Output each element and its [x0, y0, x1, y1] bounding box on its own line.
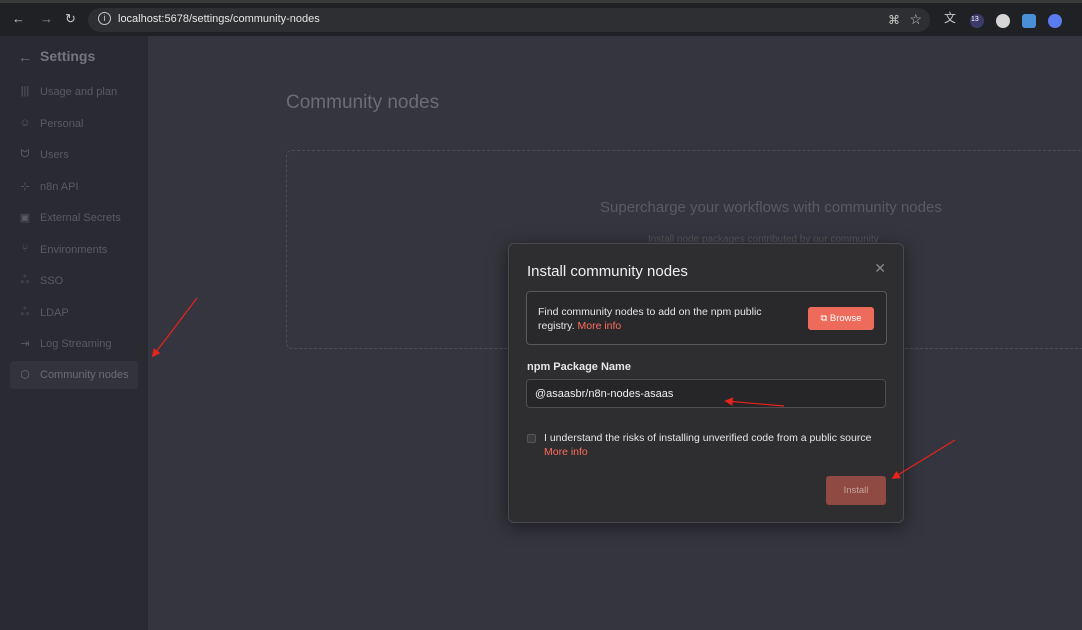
risk-acknowledge-label: I understand the risks of installing unv…: [544, 431, 889, 459]
extension-palette-icon[interactable]: [996, 14, 1010, 28]
plug-icon: ⊹: [20, 181, 30, 193]
sidebar-item-personal[interactable]: ☺ Personal: [10, 110, 138, 138]
install-community-nodes-dialog: Install community nodes ✕ Find community…: [508, 243, 904, 523]
bookmark-star-icon[interactable]: ☆: [909, 11, 922, 28]
sidebar-item-users[interactable]: ᗢ Users: [10, 141, 138, 169]
url-text: localhost:5678/settings/community-nodes: [118, 13, 320, 25]
sidebar-item-label: LDAP: [40, 307, 69, 319]
browse-button-label: Browse: [829, 313, 862, 324]
sidebar-item-community-nodes[interactable]: ⬡ Community nodes: [10, 361, 138, 389]
sidebar-item-label: Environments: [40, 244, 108, 256]
sidebar-item-sso[interactable]: ஃ SSO: [10, 267, 138, 295]
sidebar-item-label: Community nodes: [40, 369, 129, 381]
package-name-input[interactable]: [526, 379, 886, 408]
extension-settings-icon[interactable]: [1048, 14, 1062, 28]
reload-icon[interactable]: ↻: [65, 12, 76, 26]
npm-info-message: Find community nodes to add on the npm p…: [538, 306, 762, 332]
sidebar-item-label: SSO: [40, 275, 64, 287]
vault-icon: ▣: [19, 212, 31, 224]
extension-badge-count: 13: [971, 16, 979, 23]
dialog-title: Install community nodes: [527, 263, 688, 280]
cube-icon: ⬡: [20, 369, 30, 381]
extension-badge-icon[interactable]: 13: [970, 14, 984, 28]
forward-arrow-icon[interactable]: →: [40, 12, 53, 26]
settings-sidebar: ← Settings ||| Usage and plan ☺ Personal…: [0, 36, 148, 630]
npm-info-text: Find community nodes to add on the npm p…: [538, 305, 798, 333]
address-bar[interactable]: i localhost:5678/settings/community-node…: [88, 8, 930, 32]
site-info-icon[interactable]: i: [98, 12, 111, 25]
sidebar-item-label: n8n API: [40, 181, 79, 193]
browser-toolbar: ← → ↻ i localhost:5678/settings/communit…: [0, 0, 1082, 36]
sidebar-item-label: Usage and plan: [40, 86, 118, 98]
sidebar-item-label: Log Streaming: [40, 338, 112, 350]
users-icon: ஃ: [20, 274, 30, 286]
sidebar-item-environments[interactable]: ⑂ Environments: [10, 236, 138, 264]
sidebar-title: Settings: [40, 48, 96, 64]
risk-acknowledge-text: I understand the risks of installing unv…: [544, 432, 872, 444]
npm-info-box: Find community nodes to add on the npm p…: [526, 291, 887, 345]
extension-translate-icon[interactable]: 文: [944, 11, 956, 25]
package-name-label: npm Package Name: [527, 361, 631, 373]
close-icon[interactable]: ✕: [874, 260, 886, 277]
user-circle-icon: ☺: [19, 117, 31, 129]
more-info-link[interactable]: More info: [577, 320, 621, 332]
page-title: Community nodes: [286, 92, 440, 113]
back-arrow-icon[interactable]: ←: [18, 49, 32, 65]
network-icon: ஃ: [20, 306, 30, 318]
sidebar-item-log-streaming[interactable]: ⇥ Log Streaming: [10, 330, 138, 358]
sidebar-item-label: Users: [40, 149, 69, 161]
sidebar-item-ldap[interactable]: ஃ LDAP: [10, 299, 138, 327]
user-icon: ᗢ: [20, 148, 30, 160]
sign-in-icon: ⇥: [20, 338, 30, 350]
branch-icon: ⑂: [21, 243, 29, 255]
translate-icon[interactable]: ⌘: [888, 13, 900, 27]
external-link-icon: ⧉: [820, 313, 828, 324]
extension-window-icon[interactable]: [1022, 14, 1036, 28]
sidebar-item-usage-and-plan[interactable]: ||| Usage and plan: [10, 78, 138, 106]
install-button[interactable]: Install: [826, 476, 886, 505]
browse-button[interactable]: ⧉ Browse: [808, 307, 874, 330]
risk-acknowledge-checkbox[interactable]: [527, 434, 536, 443]
sidebar-item-external-secrets[interactable]: ▣ External Secrets: [10, 204, 138, 232]
sidebar-item-label: External Secrets: [40, 212, 121, 224]
sidebar-item-label: Personal: [40, 118, 84, 130]
risk-more-info-link[interactable]: More info: [544, 445, 889, 459]
empty-state-title: Supercharge your workflows with communit…: [600, 199, 942, 216]
back-arrow-icon[interactable]: ←: [12, 12, 25, 26]
sidebar-item-n8n-api[interactable]: ⊹ n8n API: [10, 173, 138, 201]
chart-bar-icon: |||: [20, 85, 30, 97]
